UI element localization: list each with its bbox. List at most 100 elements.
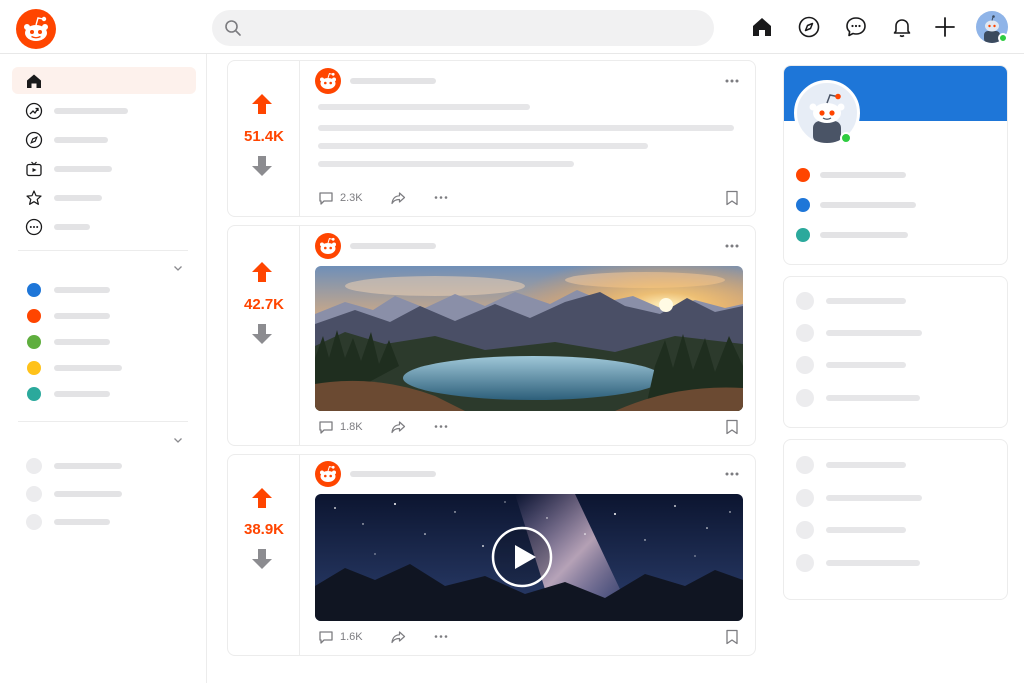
comment-icon[interactable] [318,419,334,435]
more-horizontal-icon[interactable] [434,195,448,200]
sidebar-item-home[interactable] [12,67,196,94]
watch-tv-icon [26,161,42,177]
placeholder-label[interactable] [54,519,110,525]
placeholder-avatar[interactable] [26,458,42,474]
post-card[interactable]: 38.9K 1.6K [227,454,756,656]
placeholder-label[interactable] [826,527,906,533]
chevron-down-icon[interactable] [172,262,184,274]
home-icon[interactable] [750,15,774,39]
upvote-arrow-icon[interactable] [250,260,274,284]
placeholder-avatar[interactable] [796,356,814,374]
downvote-arrow-icon[interactable] [250,322,274,346]
community-avatar-icon[interactable] [315,461,341,487]
community-avatar-icon[interactable] [315,233,341,259]
community-label-placeholder[interactable] [54,339,110,345]
bookmark-icon[interactable] [725,190,739,206]
placeholder-avatar[interactable] [796,292,814,310]
bookmark-icon[interactable] [725,419,739,435]
more-options-icon[interactable] [724,78,740,84]
profile-card [783,65,1008,265]
post-card[interactable]: 42.7K 1.8K [227,225,756,446]
sidebar-item-watch[interactable] [12,155,196,182]
comment-icon[interactable] [318,190,334,206]
placeholder-label[interactable] [826,495,922,501]
placeholder-label[interactable] [826,560,920,566]
post-author-placeholder [350,243,436,249]
reddit-logo-icon[interactable] [16,9,56,49]
sidebar-item-label-placeholder [54,108,128,114]
placeholder-label[interactable] [826,298,906,304]
sidebar-item-label-placeholder [54,195,102,201]
community-label-placeholder[interactable] [54,287,110,293]
more-horizontal-icon[interactable] [434,634,448,639]
vote-count: 42.7K [243,296,285,313]
placeholder-avatar[interactable] [26,514,42,530]
placeholder-label[interactable] [826,330,922,336]
community-label-placeholder[interactable] [54,313,110,319]
search-input[interactable] [254,10,694,46]
notifications-bell-icon[interactable] [890,15,914,39]
upvote-arrow-icon[interactable] [250,486,274,510]
vote-count: 38.9K [243,521,285,538]
profile-stat-placeholder [820,172,906,178]
create-plus-icon[interactable] [933,15,957,39]
play-button-icon[interactable] [491,526,553,588]
post-card[interactable]: 51.4K 2.3K [227,60,756,217]
placeholder-label[interactable] [826,362,906,368]
community-label-placeholder[interactable] [54,391,110,397]
share-icon[interactable] [390,419,406,435]
comment-count[interactable]: 1.6K [340,631,363,643]
explore-compass-icon[interactable] [797,15,821,39]
community-icon[interactable] [27,309,41,323]
placeholder-avatar[interactable] [26,486,42,502]
more-options-icon[interactable] [724,243,740,249]
placeholder-avatar[interactable] [796,489,814,507]
post-body-placeholder [318,125,734,131]
post-actions: 1.8K [318,417,744,437]
placeholder-label[interactable] [826,462,906,468]
post-video-milky-way[interactable] [315,494,743,621]
share-icon[interactable] [390,629,406,645]
community-icon[interactable] [27,335,41,349]
placeholder-avatar[interactable] [796,554,814,572]
community-icon[interactable] [27,283,41,297]
search-bar[interactable] [212,10,714,46]
placeholder-avatar[interactable] [796,456,814,474]
community-icon[interactable] [27,361,41,375]
placeholder-label[interactable] [826,395,920,401]
chevron-down-icon[interactable] [172,434,184,446]
community-icon[interactable] [27,387,41,401]
placeholder-label[interactable] [54,491,122,497]
placeholder-label[interactable] [54,463,122,469]
chat-icon[interactable] [844,15,868,39]
placeholder-avatar[interactable] [796,324,814,342]
post-actions: 2.3K [318,188,744,208]
upvote-arrow-icon[interactable] [250,92,274,116]
sidebar-item-more[interactable] [12,213,196,240]
share-icon[interactable] [390,190,406,206]
post-title-placeholder [318,104,530,110]
comment-count[interactable]: 2.3K [340,192,363,204]
vote-column: 51.4K [228,61,300,216]
top-bar [0,0,1024,54]
online-status-indicator [840,132,852,144]
community-avatar-icon[interactable] [315,68,341,94]
downvote-arrow-icon[interactable] [250,154,274,178]
sidebar-item-explore[interactable] [12,126,196,153]
comment-count[interactable]: 1.8K [340,421,363,433]
sidebar-item-label-placeholder [54,137,108,143]
favorites-star-icon [26,190,42,205]
bookmark-icon[interactable] [725,629,739,645]
vote-column: 38.9K [228,455,300,655]
more-options-icon[interactable] [724,471,740,477]
sidebar-item-popular[interactable] [12,97,196,124]
placeholder-avatar[interactable] [796,389,814,407]
downvote-arrow-icon[interactable] [250,547,274,571]
placeholder-avatar[interactable] [796,521,814,539]
more-horizontal-icon[interactable] [434,424,448,429]
post-image-mountain-lake[interactable] [315,266,743,411]
post-body-placeholder [318,143,648,149]
comment-icon[interactable] [318,629,334,645]
community-label-placeholder[interactable] [54,365,122,371]
sidebar-item-favorites[interactable] [12,184,196,211]
